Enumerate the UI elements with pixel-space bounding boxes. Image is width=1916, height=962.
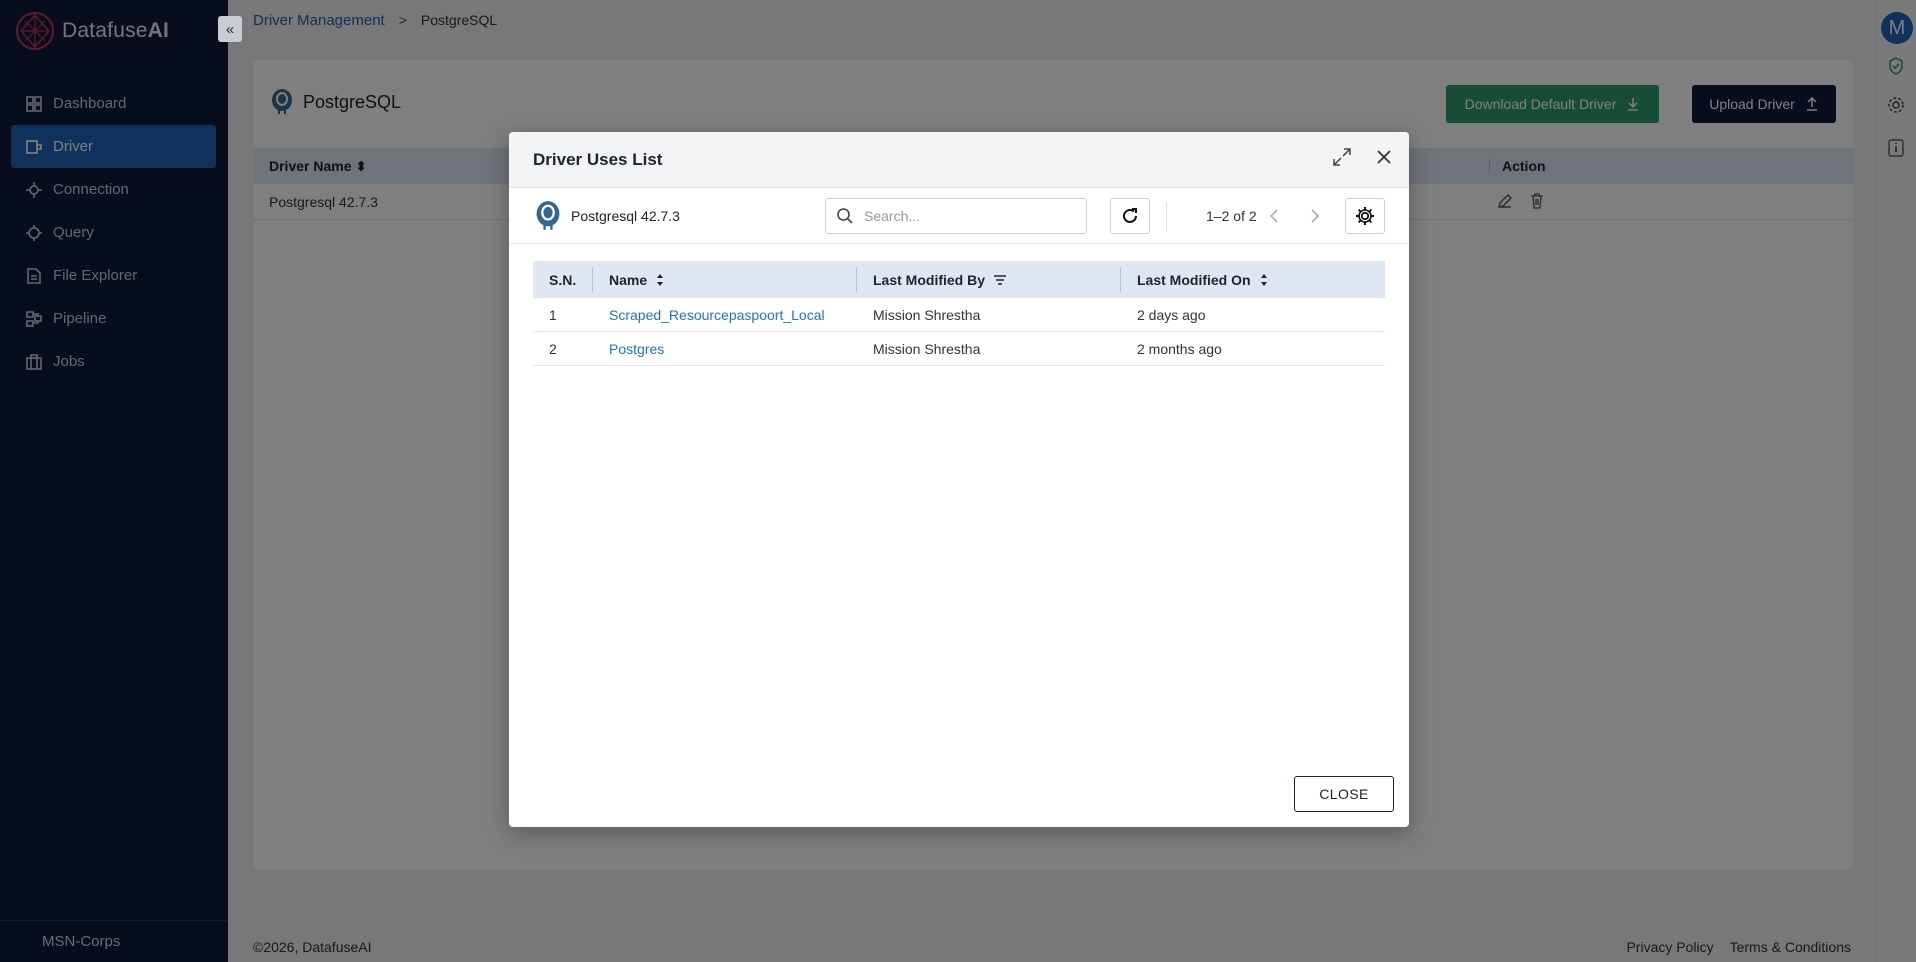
modified-on-cell: 2 days ago [1137, 306, 1206, 323]
sort-icon[interactable] [655, 273, 665, 287]
table-row[interactable]: 2 Postgres Mission Shrestha 2 months ago [533, 332, 1385, 366]
close-icon[interactable] [1373, 146, 1395, 168]
modal-title: Driver Uses List [533, 150, 663, 169]
driver-label: Postgresql 42.7.3 [533, 200, 680, 232]
postgresql-icon [536, 201, 560, 230]
modified-on-cell: 2 months ago [1137, 340, 1222, 357]
column-last-modified-on[interactable]: Last Modified On [1121, 261, 1385, 298]
driver-name: Postgresql 42.7.3 [571, 208, 680, 224]
expand-icon[interactable] [1331, 146, 1353, 168]
modal-header: Driver Uses List [509, 132, 1409, 188]
chevron-left-icon[interactable] [1266, 206, 1284, 226]
refresh-icon [1123, 208, 1137, 223]
modified-by-cell: Mission Shrestha [873, 306, 981, 323]
sort-icon[interactable] [1259, 273, 1269, 287]
filter-icon[interactable] [993, 274, 1007, 286]
driver-uses-modal: Driver Uses List Postgresql 42.7.3 1–2 o… [509, 132, 1409, 827]
toolbar-divider [1166, 202, 1167, 232]
modal-toolbar: Postgresql 42.7.3 1–2 of 2 [509, 188, 1409, 244]
collapse-sidebar-icon[interactable]: « [218, 16, 242, 42]
refresh-button[interactable] [1110, 198, 1150, 234]
uses-table: S.N. Name Last Modified By Last Modified… [533, 261, 1385, 366]
search-box[interactable] [825, 198, 1087, 234]
column-last-modified-by[interactable]: Last Modified By [857, 261, 1121, 298]
column-sn: S.N. [533, 261, 593, 298]
search-input[interactable] [864, 208, 1064, 224]
sn-cell: 1 [549, 306, 557, 323]
column-settings-button[interactable] [1345, 198, 1385, 234]
modified-by-cell: Mission Shrestha [873, 340, 981, 357]
close-button[interactable]: CLOSE [1294, 776, 1394, 812]
pagination-text: 1–2 of 2 [1206, 208, 1257, 224]
sn-cell: 2 [549, 340, 557, 357]
column-name[interactable]: Name [593, 261, 857, 298]
chevron-right-icon[interactable] [1305, 206, 1323, 226]
gear-icon [1356, 207, 1374, 225]
connection-name-link[interactable]: Postgres [593, 332, 857, 365]
search-icon [837, 208, 853, 224]
connection-name-link[interactable]: Scraped_Resourcepaspoort_Local [593, 298, 857, 331]
table-header: S.N. Name Last Modified By Last Modified… [533, 261, 1385, 298]
table-row[interactable]: 1 Scraped_Resourcepaspoort_Local Mission… [533, 298, 1385, 332]
